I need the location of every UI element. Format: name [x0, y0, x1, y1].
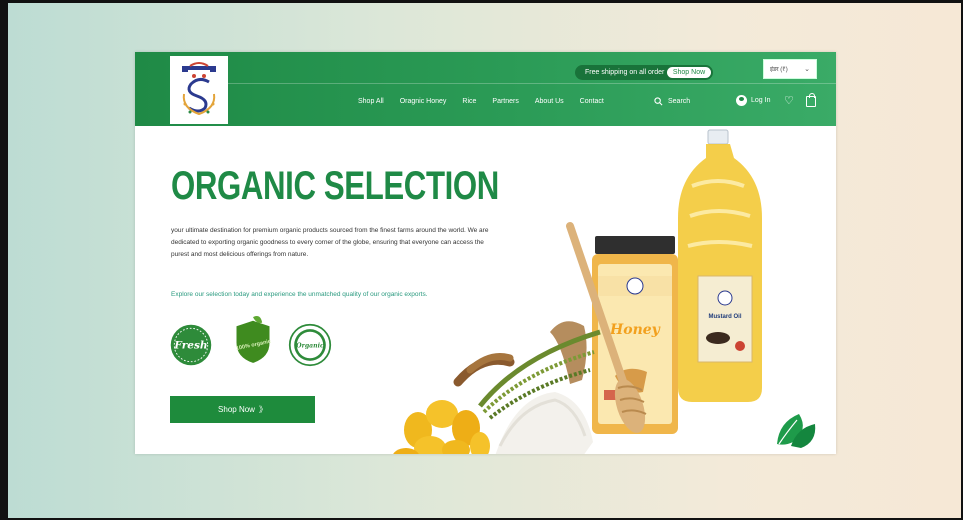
hero-shop-now-button[interactable]: Shop Now 》	[170, 396, 315, 423]
search-label: Search	[668, 98, 691, 105]
search-icon	[654, 97, 663, 106]
website-viewport: Free shipping on all order Shop Now इंडर…	[135, 52, 836, 454]
nav-item-organic-honey[interactable]: Oragnic Honey	[400, 98, 447, 105]
shipping-banner: Free shipping on all order Shop Now	[575, 65, 713, 80]
chevron-down-icon: ⌄	[804, 66, 810, 73]
site-header: Free shipping on all order Shop Now इंडर…	[135, 52, 836, 126]
login-label: Log In	[751, 97, 771, 104]
login-button[interactable]: Log In	[736, 95, 770, 106]
nav-item-shop-all[interactable]: Shop All	[358, 98, 384, 105]
nav-item-rice[interactable]: Rice	[462, 98, 476, 105]
double-chevron-right-icon: 》	[258, 405, 267, 414]
certified-organic-badge: Organic	[288, 319, 332, 371]
main-nav: Shop All Oragnic Honey Rice Partners Abo…	[358, 98, 620, 105]
tamarind-pods	[453, 353, 515, 387]
user-avatar-icon	[736, 95, 747, 106]
cart-bag-icon[interactable]	[806, 93, 816, 107]
wishlist-heart-icon[interactable]: ♡	[784, 94, 794, 107]
product-collage-image: Mustard Oil Honey	[393, 129, 762, 454]
fresh-badge: Fresh	[169, 319, 213, 371]
currency-select[interactable]: इंडर (₹) ⌄	[763, 59, 817, 79]
nav-item-about-us[interactable]: About Us	[535, 98, 564, 105]
header-divider	[228, 83, 836, 84]
search-button[interactable]: Search	[654, 97, 690, 106]
nav-item-contact[interactable]: Contact	[580, 98, 604, 105]
certified-organic-badge-text: Organic	[296, 343, 324, 350]
fresh-badge-text: Fresh	[173, 340, 207, 352]
organic-100-badge: 100% organic	[231, 314, 275, 366]
logo-emblem-icon	[182, 62, 216, 116]
currency-value: इंडर (₹)	[770, 67, 788, 73]
jackfruit-pieces	[393, 400, 490, 454]
honey-label-text: Honey	[609, 322, 661, 338]
mustard-oil-bottle: Mustard Oil	[678, 129, 762, 402]
hero-shop-now-label: Shop Now	[218, 405, 255, 414]
nav-item-partners[interactable]: Partners	[492, 98, 518, 105]
shipping-text: Free shipping on all order	[585, 69, 665, 76]
oil-label-text: Mustard Oil	[708, 314, 741, 320]
shipping-shop-now-button[interactable]: Shop Now	[667, 67, 711, 78]
brand-logo[interactable]	[170, 56, 228, 124]
leaf-icon	[777, 414, 816, 448]
